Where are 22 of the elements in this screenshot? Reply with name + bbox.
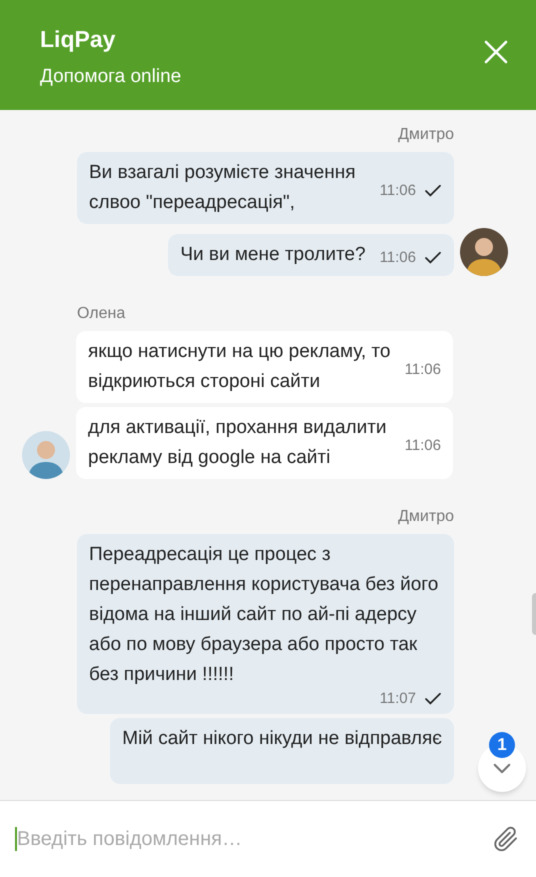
chevron-down-icon bbox=[493, 762, 511, 774]
sender-name: Дмитро bbox=[398, 125, 454, 145]
message-time: 11:07 bbox=[380, 690, 416, 708]
scrollbar-thumb[interactable] bbox=[532, 593, 536, 635]
message-text: якщо натиснути на цю рекламу, то відкриються стороні сайти bbox=[88, 340, 391, 394]
message-input[interactable]: Введіть повідомлення… bbox=[15, 824, 483, 854]
chat-subtitle: Допомога online bbox=[40, 64, 182, 88]
message-time: 11:06 bbox=[404, 437, 441, 455]
sender-name: Олена bbox=[77, 304, 126, 324]
sender-name: Дмитро bbox=[398, 507, 454, 527]
message-text: Мій сайт нікого нікуди не відправляє bbox=[122, 728, 442, 749]
message-text: для активації, прохання видалити рекламу від google на сайті bbox=[88, 416, 388, 470]
message-text: Ви взагалі розумієте значення слвоо "переадресація", bbox=[89, 161, 357, 215]
message-text: Переадресація це процес з перенаправлення користувача без його відома на інший сайт по ай-пі адерсу або по мову браузера або просто так без причини !!!!!! bbox=[89, 543, 440, 687]
message-composer[interactable]: Введіть повідомлення… bbox=[0, 800, 536, 877]
message-time: 11:06 bbox=[380, 249, 416, 267]
unread-badge: 1 bbox=[489, 732, 515, 758]
close-button[interactable] bbox=[484, 40, 508, 64]
message-time: 11:06 bbox=[404, 361, 441, 379]
chat-title: LiqPay bbox=[40, 25, 116, 54]
message-text: Чи ви мене тролите? bbox=[180, 243, 366, 267]
message-time: 11:06 bbox=[380, 182, 416, 200]
